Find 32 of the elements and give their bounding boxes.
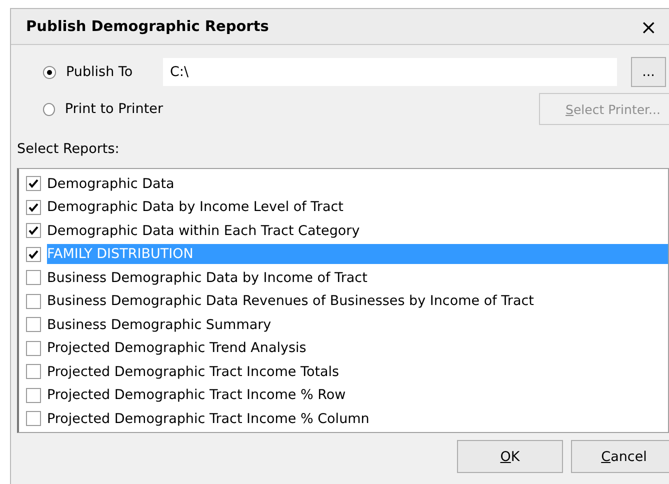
- report-item[interactable]: Projected Demographic Tract Income % Row: [47, 385, 668, 406]
- checkbox[interactable]: [26, 317, 41, 332]
- report-item[interactable]: Demographic Data: [47, 174, 668, 194]
- report-item[interactable]: Projected Demographic Trend Analysis: [47, 338, 668, 358]
- browse-button[interactable]: ...: [631, 57, 666, 87]
- cancel-button[interactable]: Cancel: [571, 440, 669, 473]
- checkbox[interactable]: [26, 388, 41, 403]
- radio-label[interactable]: Publish To: [66, 64, 133, 80]
- checkbox[interactable]: [26, 246, 41, 262]
- close-button[interactable]: ×: [640, 16, 657, 36]
- report-item[interactable]: Demographic Data within Each Tract Category: [47, 220, 668, 241]
- report-item[interactable]: Projected Demographic Tract Income Totals: [47, 362, 668, 382]
- checkbox[interactable]: [26, 294, 41, 309]
- reports-label: Select Reports:: [17, 141, 120, 159]
- checkbox[interactable]: [26, 340, 41, 356]
- report-item[interactable]: Business Demographic Data by Income of Tract: [47, 268, 668, 288]
- checkbox[interactable]: [26, 200, 41, 215]
- checkbox[interactable]: [26, 364, 41, 380]
- checkbox[interactable]: [26, 176, 41, 192]
- checkbox[interactable]: [26, 223, 41, 238]
- radio-button[interactable]: [43, 102, 55, 116]
- path-field[interactable]: C:\: [163, 58, 617, 86]
- checkbox[interactable]: [26, 270, 41, 286]
- radio-label[interactable]: Print to Printer: [64, 101, 163, 117]
- checkbox[interactable]: [26, 411, 41, 426]
- report-item[interactable]: Business Demographic Summary: [47, 314, 668, 335]
- report-item[interactable]: Projected Demographic Tract Income % Column: [47, 408, 668, 429]
- ok-button[interactable]: OK: [457, 440, 563, 473]
- report-item[interactable]: Demographic Data by Income Level of Tract: [47, 197, 668, 218]
- report-item[interactable]: Business Demographic Data Revenues of Businesses by Income of Tract: [47, 291, 668, 312]
- radio-button[interactable]: [43, 66, 56, 78]
- window-title: Publish Demographic Reports: [26, 18, 269, 34]
